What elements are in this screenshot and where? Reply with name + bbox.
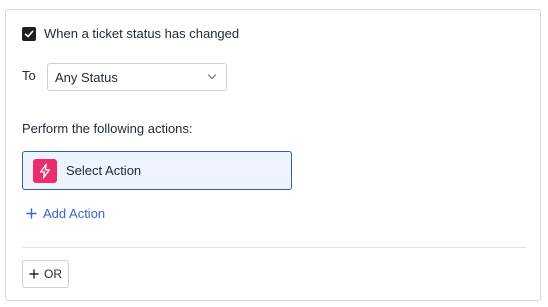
actions-heading: Perform the following actions: xyxy=(22,121,193,136)
divider xyxy=(22,247,526,248)
lightning-bolt-icon xyxy=(39,163,51,178)
plus-icon xyxy=(29,269,39,279)
trigger-card: When a ticket status has changed To Any … xyxy=(5,9,541,301)
add-action-label: Add Action xyxy=(43,206,106,221)
trigger-label: When a ticket status has changed xyxy=(44,26,240,41)
action-icon-box xyxy=(33,158,57,183)
select-action-button[interactable]: Select Action xyxy=(22,151,292,190)
status-select-value: Any Status xyxy=(55,69,118,85)
chevron-down-icon xyxy=(207,74,217,80)
or-button-label: OR xyxy=(44,267,62,281)
checkmark-icon xyxy=(24,30,34,37)
trigger-checkbox[interactable] xyxy=(22,26,36,41)
status-select[interactable]: Any Status xyxy=(47,63,227,91)
or-button[interactable]: OR xyxy=(22,260,69,288)
plus-icon xyxy=(26,208,37,219)
trigger-row[interactable]: When a ticket status has changed xyxy=(22,26,239,41)
select-action-label: Select Action xyxy=(66,163,142,178)
to-label: To xyxy=(22,68,36,83)
add-action-link[interactable]: Add Action xyxy=(26,206,105,221)
